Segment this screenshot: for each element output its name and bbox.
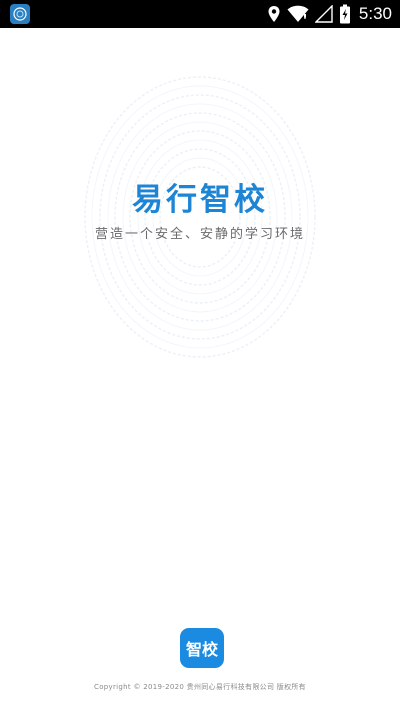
status-bar: 5:30 xyxy=(0,0,400,28)
app-title: 易行智校 xyxy=(132,182,268,218)
app-logo: 智校 xyxy=(180,628,224,668)
app-logo-text: 智校 xyxy=(185,640,218,659)
splash-screen: 5:30 易行智校 营造一个安全、安静的学习环境 智校 Copyright © … xyxy=(0,0,400,710)
battery-charging-icon xyxy=(339,4,350,24)
wifi-icon xyxy=(287,5,309,23)
copyright-text: Copyright © 2019-2020 贵州同心易行科技有限公司 版权所有 xyxy=(94,683,306,691)
tagline: 营造一个安全、安静的学习环境 xyxy=(94,227,305,242)
cellular-signal-icon xyxy=(314,5,333,23)
status-time: 5:30 xyxy=(358,4,392,23)
location-icon xyxy=(268,6,280,22)
status-icons: 5:30 xyxy=(267,0,392,28)
app-notification-icon xyxy=(10,4,30,24)
slogan-block: 易行智校 营造一个安全、安静的学习环境 xyxy=(0,180,400,244)
